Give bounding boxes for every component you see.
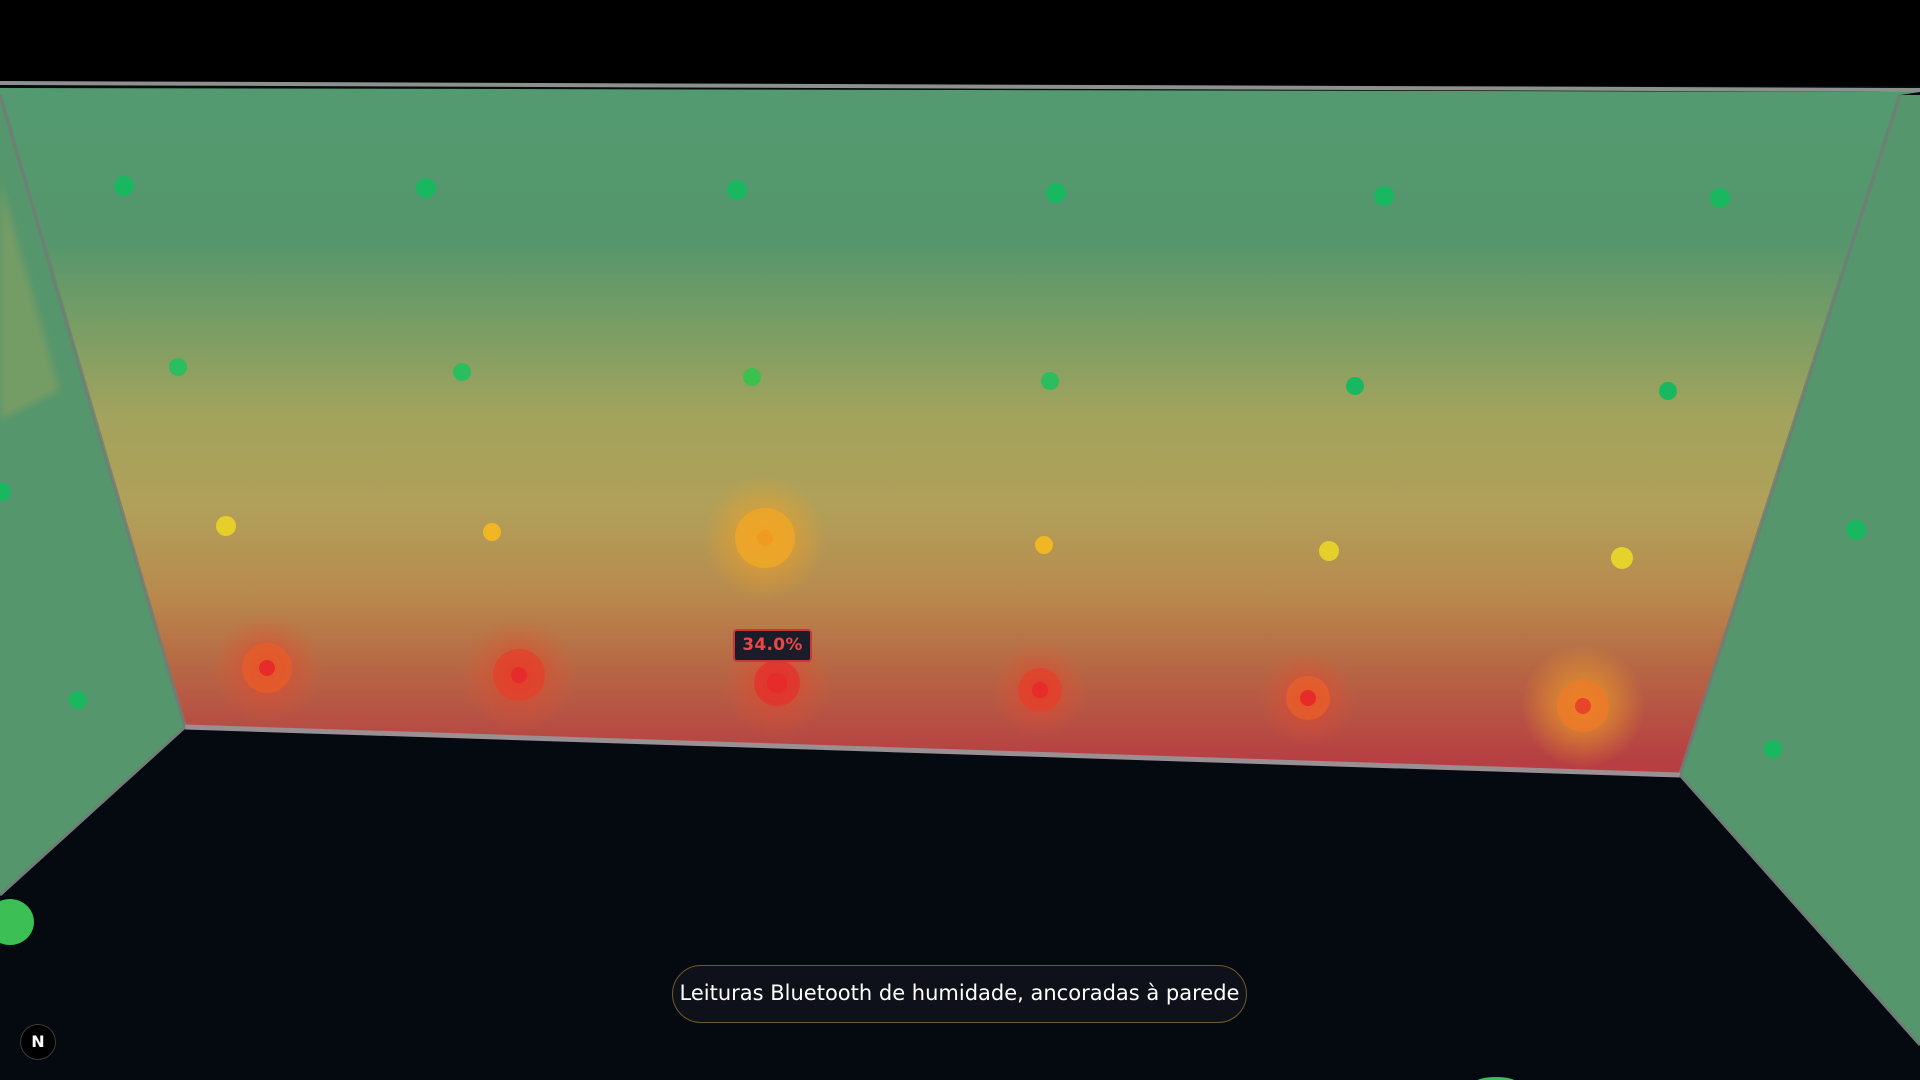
sensor-dot[interactable] [1374,186,1394,206]
room-canvas[interactable] [0,0,1920,1080]
caption-banner: Leituras Bluetooth de humidade, ancorada… [672,965,1247,1023]
sensor-dot[interactable] [1032,682,1048,698]
sensor-dot[interactable] [69,691,87,709]
room-3d-view[interactable]: 34.0% Leituras Bluetooth de humidade, an… [0,0,1920,1080]
sensor-dot[interactable] [216,516,236,536]
sensor-dot[interactable] [169,358,187,376]
humidity-value-tooltip: 34.0% [733,629,812,662]
sensor-dot[interactable] [1764,740,1782,758]
sensor-dot[interactable] [416,178,436,198]
n-logo-badge[interactable]: N [20,1024,56,1060]
sensor-dot[interactable] [453,363,471,381]
sensor-dot[interactable] [1710,188,1730,208]
sensor-dot[interactable] [1346,377,1364,395]
sensor-dot[interactable] [1300,690,1316,706]
sensor-dot[interactable] [1575,698,1591,714]
sensor-dot[interactable] [1846,520,1866,540]
sensor-dot-highlighted[interactable] [757,530,773,546]
sensor-dot[interactable] [1659,382,1677,400]
sensor-dot[interactable] [511,667,527,683]
sensor-dot[interactable] [1046,183,1066,203]
sensor-dot[interactable] [727,180,747,200]
sensor-dot[interactable] [743,368,761,386]
sensor-dot[interactable] [1041,372,1059,390]
ceiling [0,0,1920,86]
sensor-dot[interactable] [259,660,275,676]
sensor-dot[interactable] [1611,547,1633,569]
sensor-dot-selected[interactable] [767,673,787,693]
sensor-dot[interactable] [1035,536,1053,554]
sensor-dot[interactable] [1319,541,1339,561]
sensor-dot[interactable] [483,523,501,541]
sensor-dot[interactable] [114,176,134,196]
